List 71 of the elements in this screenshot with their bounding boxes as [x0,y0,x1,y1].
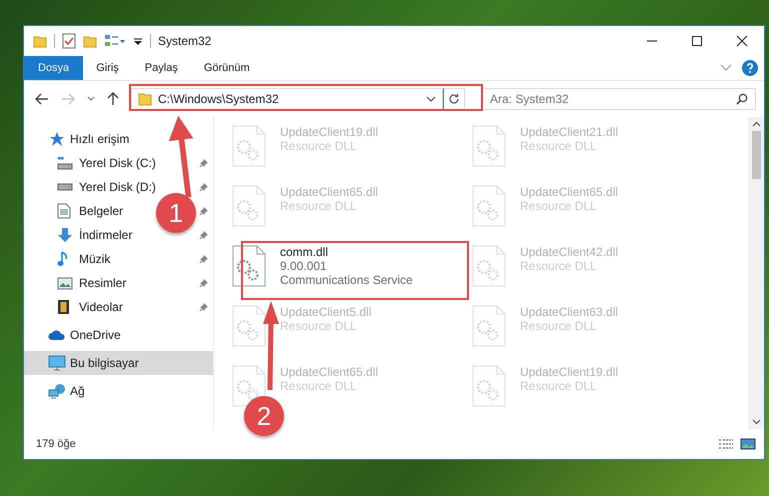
maximize-icon [690,35,702,47]
sidebar-item[interactable]: İndirmeler [79,228,132,242]
file-detail: Communications Service [280,273,413,287]
file-name[interactable]: comm.dll [280,245,413,259]
view-dropdown-icon[interactable] [104,34,126,48]
ribbon-tab[interactable]: Görünüm [190,56,263,80]
sidebar-item[interactable]: Yerel Disk (D:) [79,180,156,194]
up-arrow-icon[interactable] [107,92,119,106]
gear-file-icon [472,125,506,167]
sidebar-item[interactable]: Belgeler [79,204,124,218]
item-count: 179 öğe [36,438,76,450]
back-arrow-icon[interactable] [35,93,49,105]
pin-icon[interactable] [199,230,209,240]
pin-icon[interactable] [199,158,209,168]
down-arrow-icon [57,227,73,243]
scroll-up-icon[interactable] [752,121,760,127]
close-icon [736,35,748,47]
folder-icon [138,92,152,106]
properties-icon[interactable] [62,33,76,49]
address-field[interactable]: C:\Windows\System32 [131,88,443,110]
sidebar-item[interactable]: OneDrive [70,328,121,342]
pin-icon[interactable] [199,182,209,192]
gear-file-icon [232,125,266,167]
expand-ribbon-icon[interactable] [720,64,732,72]
pin-icon[interactable] [199,254,209,264]
gear-file-icon [232,185,266,227]
scrollbar-thumb[interactable] [752,131,760,179]
sidebar-item[interactable]: Bu bilgisayar [70,356,139,370]
film-icon [57,299,70,315]
pin-icon[interactable] [199,206,209,216]
search-field[interactable]: Ara: System32 [481,88,756,110]
drive-icon [57,156,73,170]
scroll-down-icon[interactable] [752,419,760,425]
scrollbar[interactable] [748,117,764,429]
picture-icon [57,276,73,290]
file-detail: 9.00.001 [280,259,328,273]
search-icon[interactable] [736,93,748,105]
gear-file-icon [472,365,506,407]
selected-sidebar-row[interactable]: Bu bilgisayar [24,351,213,375]
sidebar-item[interactable]: Hızlı erişim [70,132,130,146]
large-icons-view-icon[interactable] [740,438,756,450]
help-icon[interactable] [742,60,758,76]
gear-file-icon [472,305,506,347]
star-icon [48,131,64,147]
gear-file-icon [232,245,266,287]
pin-icon[interactable] [199,278,209,288]
cloud-icon [48,329,66,341]
sidebar-item[interactable]: Müzik [79,252,110,266]
computer-icon [48,355,66,371]
sidebar-item[interactable]: Yerel Disk (C:) [79,156,156,170]
customize-toolbar-icon[interactable] [133,36,143,46]
ribbon-tab[interactable]: Paylaş [132,56,191,80]
ribbon-tab[interactable]: Dosya [24,56,84,80]
sidebar-item[interactable]: Resimler [79,276,126,290]
sidebar-item[interactable]: Videolar [79,300,123,314]
refresh-button[interactable] [443,88,465,110]
refresh-icon [448,93,460,105]
ribbon-tab[interactable]: Giriş [83,56,132,80]
document-icon [57,203,71,219]
pin-icon[interactable] [199,302,209,312]
network-icon [48,383,66,399]
details-view-icon[interactable] [718,438,734,450]
recent-locations-icon[interactable] [87,96,95,102]
drive-icon [57,183,73,191]
window-title: System32 [158,34,212,48]
gear-file-icon [232,305,266,347]
gear-file-icon [472,245,506,287]
dropdown-caret-icon[interactable] [426,96,436,102]
gear-file-icon [472,185,506,227]
music-note-icon [57,251,69,267]
sidebar-item[interactable]: Ağ [70,384,85,398]
